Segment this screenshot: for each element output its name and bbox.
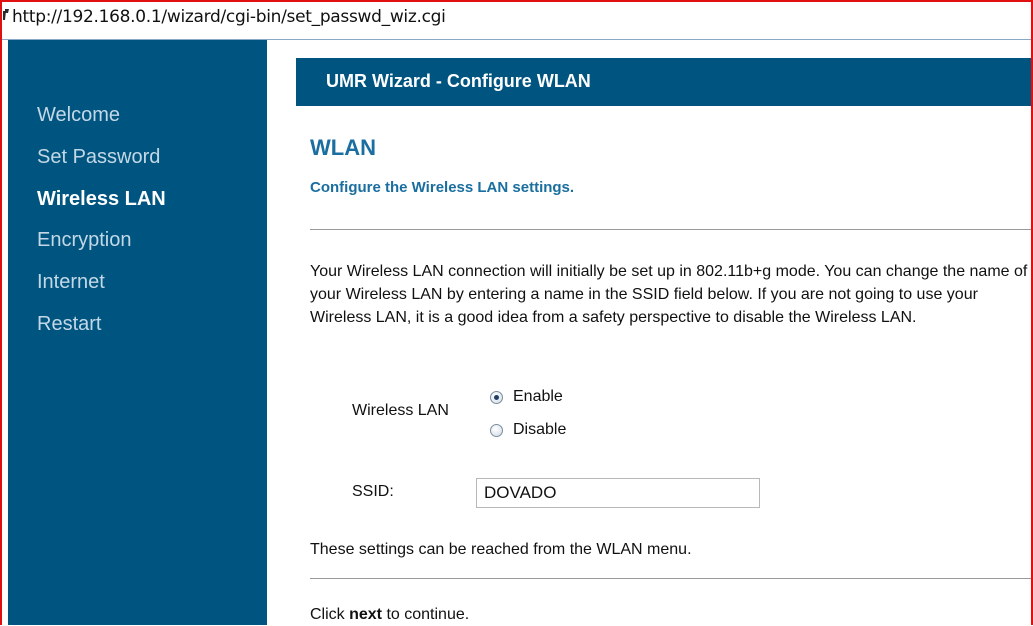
address-url[interactable]: http://192.168.0.1/wizard/cgi-bin/set_pa… <box>12 7 446 27</box>
disable-radio-option[interactable]: Disable <box>490 419 566 441</box>
header-title: UMR Wizard - Configure WLAN <box>326 71 591 91</box>
divider-bottom <box>310 578 1033 579</box>
sidebar-item-encryption[interactable]: Encryption <box>37 229 132 252</box>
wizard-header: UMR Wizard - Configure WLAN <box>296 58 1033 106</box>
wireless-lan-label: Wireless LAN <box>352 402 449 419</box>
sidebar-item-set-password[interactable]: Set Password <box>37 146 160 169</box>
enable-radio-option[interactable]: Enable <box>490 386 563 408</box>
page-icon <box>3 8 10 28</box>
continue-suffix: to continue. <box>382 606 470 623</box>
page-title: WLAN <box>310 135 376 160</box>
continue-prefix: Click <box>310 606 350 623</box>
divider-top <box>310 229 1033 230</box>
sidebar-item-restart[interactable]: Restart <box>37 313 101 336</box>
disable-radio-label[interactable]: Disable <box>513 421 566 439</box>
sidebar-item-welcome[interactable]: Welcome <box>37 104 120 127</box>
ssid-label: SSID: <box>352 483 394 500</box>
ssid-input[interactable] <box>476 478 760 508</box>
intro-text: Your Wireless LAN connection will initia… <box>310 263 1028 326</box>
address-bar[interactable]: http://192.168.0.1/wizard/cgi-bin/set_pa… <box>0 0 1033 40</box>
enable-radio[interactable] <box>490 390 503 404</box>
sidebar-item-internet[interactable]: Internet <box>37 271 105 294</box>
next-keyword: next <box>349 606 383 623</box>
sidebar-nav: Welcome Set Password Wireless LAN Encryp… <box>8 40 267 625</box>
continue-hint: Click next to continue. <box>310 603 469 626</box>
disable-radio[interactable] <box>490 423 503 437</box>
page-subtitle: Configure the Wireless LAN settings. <box>310 179 575 196</box>
settings-note: These settings can be reached from the W… <box>310 541 692 558</box>
sidebar-item-wireless-lan[interactable]: Wireless LAN <box>37 188 166 211</box>
enable-radio-label[interactable]: Enable <box>513 388 563 406</box>
